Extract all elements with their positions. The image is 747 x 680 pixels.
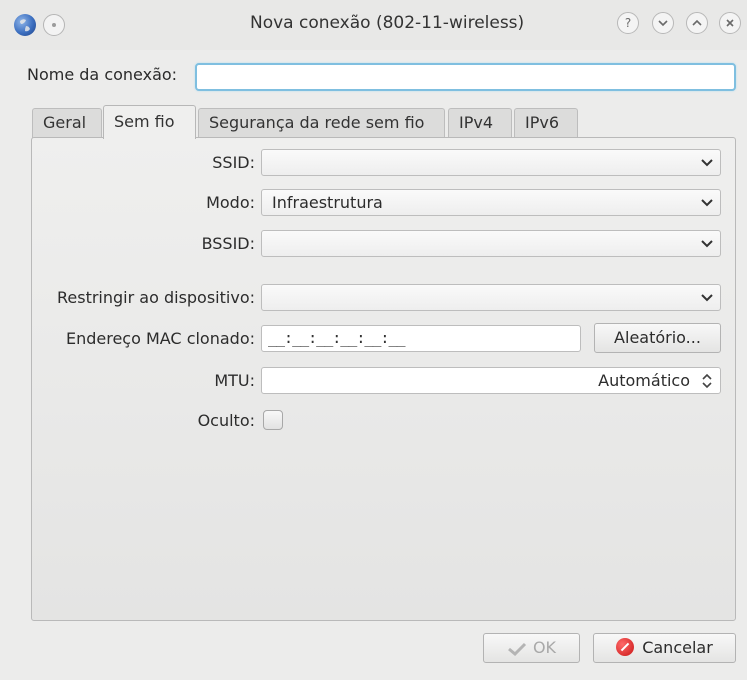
chevron-down-icon	[701, 199, 713, 207]
tab-sem-fio[interactable]: Sem fio	[103, 105, 196, 139]
cancel-label: Cancelar	[642, 638, 713, 657]
ok-label: OK	[532, 638, 557, 657]
pin-icon[interactable]	[43, 14, 65, 36]
checkmark-icon	[507, 642, 527, 656]
window-title: Nova conexão (802-11-wireless)	[250, 13, 525, 33]
maximize-icon[interactable]	[686, 12, 708, 34]
bssid-combobox[interactable]	[261, 230, 721, 257]
restrict-device-combobox[interactable]	[261, 284, 721, 311]
cancel-button[interactable]: Cancelar	[593, 633, 736, 663]
mtu-label: MTU:	[214, 371, 255, 390]
hidden-checkbox[interactable]	[263, 410, 283, 430]
help-icon[interactable]: ?	[617, 12, 639, 34]
ok-button[interactable]: OK	[483, 633, 580, 663]
chevron-down-icon	[701, 294, 713, 302]
close-icon[interactable]	[719, 12, 741, 34]
tab-geral[interactable]: Geral	[32, 108, 102, 138]
hidden-label: Oculto:	[197, 411, 255, 430]
mtu-value: Automático	[598, 371, 690, 390]
mtu-spinbox[interactable]: Automático	[261, 367, 721, 394]
cloned-mac-label: Endereço MAC clonado:	[65, 329, 255, 348]
minimize-icon[interactable]	[652, 12, 674, 34]
ssid-label: SSID:	[212, 153, 255, 172]
random-mac-button[interactable]: Aleatório...	[594, 323, 721, 353]
spin-arrows-icon[interactable]	[701, 373, 713, 389]
chevron-down-icon	[701, 159, 713, 167]
cancel-icon	[616, 637, 635, 656]
connection-name-label: Nome da conexão:	[27, 65, 178, 84]
mode-value: Infraestrutura	[272, 193, 383, 212]
bssid-label: BSSID:	[201, 234, 255, 253]
connection-name-input[interactable]	[195, 63, 736, 91]
tab-ipv6[interactable]: IPv6	[514, 108, 578, 138]
mode-label: Modo:	[206, 193, 255, 212]
chevron-down-icon	[701, 240, 713, 248]
cloned-mac-input[interactable]: __:__:__:__:__:__	[261, 325, 581, 352]
tab-seguranca[interactable]: Segurança da rede sem fio	[198, 108, 445, 138]
restrict-device-label: Restringir ao dispositivo:	[57, 288, 255, 307]
tab-ipv4[interactable]: IPv4	[448, 108, 512, 138]
ssid-combobox[interactable]	[261, 149, 721, 176]
mode-combobox[interactable]: Infraestrutura	[261, 189, 721, 216]
globe-icon[interactable]	[14, 14, 36, 36]
title-bar: Nova conexão (802-11-wireless) ?	[0, 0, 747, 50]
